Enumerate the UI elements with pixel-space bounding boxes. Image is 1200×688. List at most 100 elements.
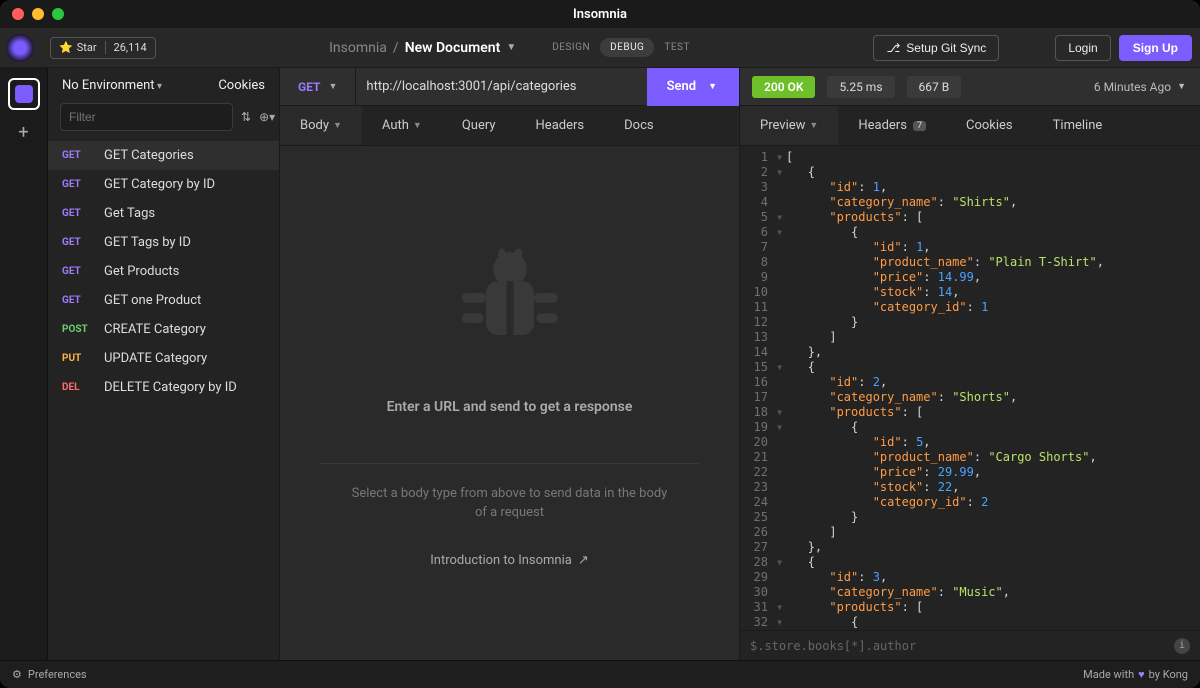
breadcrumb-root[interactable]: Insomnia xyxy=(329,40,387,56)
home-button[interactable] xyxy=(8,78,40,110)
info-icon[interactable]: i xyxy=(1174,638,1190,654)
code-line: 15▾ { xyxy=(740,360,1200,375)
send-button[interactable]: Send ▼ xyxy=(647,68,739,106)
code-line: 32▾ { xyxy=(740,615,1200,630)
code-line: 6▾ { xyxy=(740,225,1200,240)
status-badge[interactable]: 200 OK xyxy=(752,76,815,98)
breadcrumb: Insomnia / New Document ▼ xyxy=(329,40,516,56)
request-list: GETGET CategoriesGETGET Category by IDGE… xyxy=(48,141,279,660)
request-item[interactable]: POSTCREATE Category xyxy=(48,315,279,344)
cookies-button[interactable]: Cookies xyxy=(218,78,265,93)
mode-debug[interactable]: DEBUG xyxy=(600,38,654,57)
size-badge[interactable]: 667 B xyxy=(907,76,962,98)
tab-preview[interactable]: Preview▼ xyxy=(740,106,838,145)
bug-icon xyxy=(450,239,570,359)
response-tabs: Preview▼ Headers7 Cookies Timeline xyxy=(740,106,1200,146)
code-line: 21 "product_name": "Cargo Shorts", xyxy=(740,450,1200,465)
tab-query[interactable]: Query xyxy=(442,106,516,145)
request-body-empty: Enter a URL and send to get a response S… xyxy=(280,146,739,660)
chevron-down-icon[interactable]: ▼ xyxy=(506,42,516,53)
code-line: 11 "category_id": 1 xyxy=(740,300,1200,315)
code-line: 1▾[ xyxy=(740,150,1200,165)
git-branch-icon: ⎇ xyxy=(886,41,900,55)
signup-button[interactable]: Sign Up xyxy=(1119,35,1192,61)
request-item[interactable]: DELDELETE Category by ID xyxy=(48,373,279,402)
window-title: Insomnia xyxy=(573,7,627,22)
code-line: 7 "id": 1, xyxy=(740,240,1200,255)
breadcrumb-current[interactable]: New Document xyxy=(405,40,501,56)
request-item[interactable]: GETGET Tags by ID xyxy=(48,228,279,257)
request-item[interactable]: PUTUPDATE Category xyxy=(48,344,279,373)
gear-icon[interactable]: ⚙ xyxy=(12,668,22,681)
send-label: Send xyxy=(667,79,697,94)
chevron-down-icon: ▼ xyxy=(413,120,422,131)
github-star-button[interactable]: ⭐Star 26,114 xyxy=(50,37,156,59)
git-sync-button[interactable]: ⎇ Setup Git Sync xyxy=(873,35,999,61)
request-pane: GET ▼ http://localhost:3001/api/categori… xyxy=(280,68,740,660)
star-label: Star xyxy=(77,41,97,54)
code-line: 2▾ { xyxy=(740,165,1200,180)
method-label: GET xyxy=(298,80,320,94)
request-label: Get Tags xyxy=(104,206,155,221)
chevron-down-icon[interactable]: ▼ xyxy=(708,81,717,92)
app-logo-icon[interactable] xyxy=(6,34,34,62)
tab-body[interactable]: Body▼ xyxy=(280,106,362,145)
method-tag: GET xyxy=(62,266,94,277)
git-sync-label: Setup Git Sync xyxy=(906,41,986,55)
code-line: 14 }, xyxy=(740,345,1200,360)
code-line: 20 "id": 5, xyxy=(740,435,1200,450)
url-input[interactable]: http://localhost:3001/api/categories xyxy=(356,79,646,94)
minimize-icon[interactable] xyxy=(32,8,44,20)
tab-docs[interactable]: Docs xyxy=(604,106,673,145)
tab-resp-headers[interactable]: Headers7 xyxy=(838,106,946,145)
empty-heading: Enter a URL and send to get a response xyxy=(387,399,633,415)
code-line: 26 ] xyxy=(740,525,1200,540)
tab-resp-cookies[interactable]: Cookies xyxy=(946,106,1033,145)
add-workspace-button[interactable]: + xyxy=(18,122,28,143)
response-body[interactable]: 1▾[2▾ {3 "id": 1,4 "category_name": "Shi… xyxy=(740,146,1200,630)
maximize-icon[interactable] xyxy=(52,8,64,20)
sidebar: No Environment Cookies ⇅ ⊕▾ GETGET Categ… xyxy=(48,68,280,660)
url-bar: GET ▼ http://localhost:3001/api/categori… xyxy=(280,68,739,106)
close-icon[interactable] xyxy=(12,8,24,20)
request-item[interactable]: GETGet Tags xyxy=(48,199,279,228)
chevron-down-icon: ▼ xyxy=(333,120,342,131)
tab-timeline[interactable]: Timeline xyxy=(1033,106,1123,145)
add-request-button[interactable]: ⊕▾ xyxy=(259,110,275,124)
heart-icon: ♥ xyxy=(1138,668,1145,681)
code-line: 28▾ { xyxy=(740,555,1200,570)
request-item[interactable]: GETGET Categories xyxy=(48,141,279,170)
chevron-down-icon: ▼ xyxy=(328,81,337,92)
empty-subtext: Select a body type from above to send da… xyxy=(320,484,699,523)
response-pane: 200 OK 5.25 ms 667 B 6 Minutes Ago ▼ Pre… xyxy=(740,68,1200,660)
filter-input[interactable] xyxy=(60,103,233,131)
mode-test[interactable]: TEST xyxy=(654,38,700,57)
method-tag: POST xyxy=(62,324,94,335)
response-age: 6 Minutes Ago xyxy=(1094,80,1171,94)
mode-design[interactable]: DESIGN xyxy=(542,38,600,57)
sort-icon[interactable]: ⇅ xyxy=(241,110,251,124)
jsonpath-input[interactable]: $.store.books[*].author xyxy=(750,639,916,653)
code-line: 19▾ { xyxy=(740,420,1200,435)
environment-dropdown[interactable]: No Environment xyxy=(62,78,162,93)
titlebar: Insomnia xyxy=(0,0,1200,28)
request-label: GET one Product xyxy=(104,293,201,308)
tab-auth[interactable]: Auth▼ xyxy=(362,106,442,145)
request-item[interactable]: GETGet Products xyxy=(48,257,279,286)
request-item[interactable]: GETGET Category by ID xyxy=(48,170,279,199)
intro-link[interactable]: Introduction to Insomnia ↗ xyxy=(430,553,589,568)
code-line: 22 "price": 29.99, xyxy=(740,465,1200,480)
method-tag: PUT xyxy=(62,353,94,364)
code-line: 23 "stock": 22, xyxy=(740,480,1200,495)
code-line: 31▾ "products": [ xyxy=(740,600,1200,615)
time-badge[interactable]: 5.25 ms xyxy=(827,76,894,98)
code-line: 27 }, xyxy=(740,540,1200,555)
preferences-link[interactable]: Preferences xyxy=(28,668,87,681)
history-dropdown[interactable]: 6 Minutes Ago ▼ xyxy=(1094,80,1200,94)
login-button[interactable]: Login xyxy=(1055,35,1110,61)
method-dropdown[interactable]: GET ▼ xyxy=(280,68,356,105)
left-rail: + xyxy=(0,68,48,660)
request-label: GET Tags by ID xyxy=(104,235,191,250)
tab-headers[interactable]: Headers xyxy=(516,106,605,145)
request-item[interactable]: GETGET one Product xyxy=(48,286,279,315)
